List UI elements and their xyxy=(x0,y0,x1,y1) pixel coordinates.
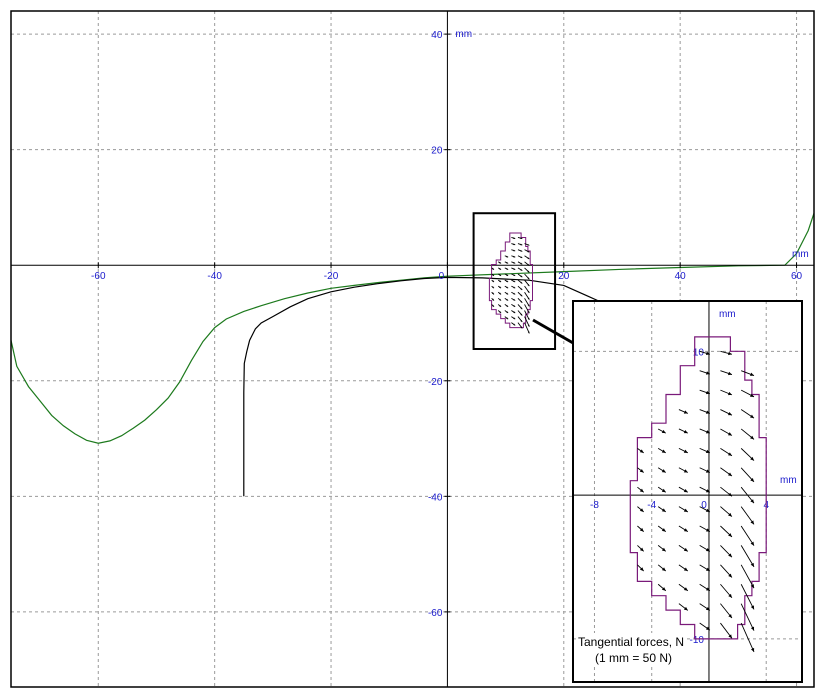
y-tick-label: -60 xyxy=(428,608,443,619)
plot-window: -60 -40 -20 0 20 40 60 40 20 -20 -40 -60 mm mm -8 -4 0 4… xyxy=(0,0,825,698)
y-tick-label: 20 xyxy=(431,146,443,157)
x-tick-label: -60 xyxy=(91,271,106,282)
x-tick-label: -20 xyxy=(324,271,339,282)
inset-x-tick-label: -8 xyxy=(590,500,599,511)
x-tick-label: 60 xyxy=(791,271,803,282)
annotation-line-1: Tangential forces, N xyxy=(578,635,684,649)
inset-y-tick-label: -10 xyxy=(690,635,705,646)
y-tick-label: -20 xyxy=(428,377,443,388)
y-tick-label: -40 xyxy=(428,492,443,503)
inset-x-tick-label: -4 xyxy=(647,500,656,511)
y-unit-label: mm xyxy=(455,29,472,40)
y-tick-label: 40 xyxy=(431,30,443,41)
inset-y-unit-label: mm xyxy=(719,309,736,320)
x-tick-label: 0 xyxy=(439,271,445,282)
x-tick-label: 20 xyxy=(558,271,570,282)
x-tick-label: 40 xyxy=(675,271,687,282)
inset-x-unit-label: mm xyxy=(780,475,797,486)
plot-canvas: -60 -40 -20 0 20 40 604020-20-40-60mmmm -8 -4 0 4… xyxy=(0,0,825,698)
annotation-line-2: (1 mm = 50 N) xyxy=(595,651,672,665)
inset-panel: -8 -4 0 410-10mmmm Tangential forces, N (1 … xyxy=(572,300,803,683)
x-unit-label: mm xyxy=(792,249,809,260)
x-tick-label: -40 xyxy=(207,271,222,282)
